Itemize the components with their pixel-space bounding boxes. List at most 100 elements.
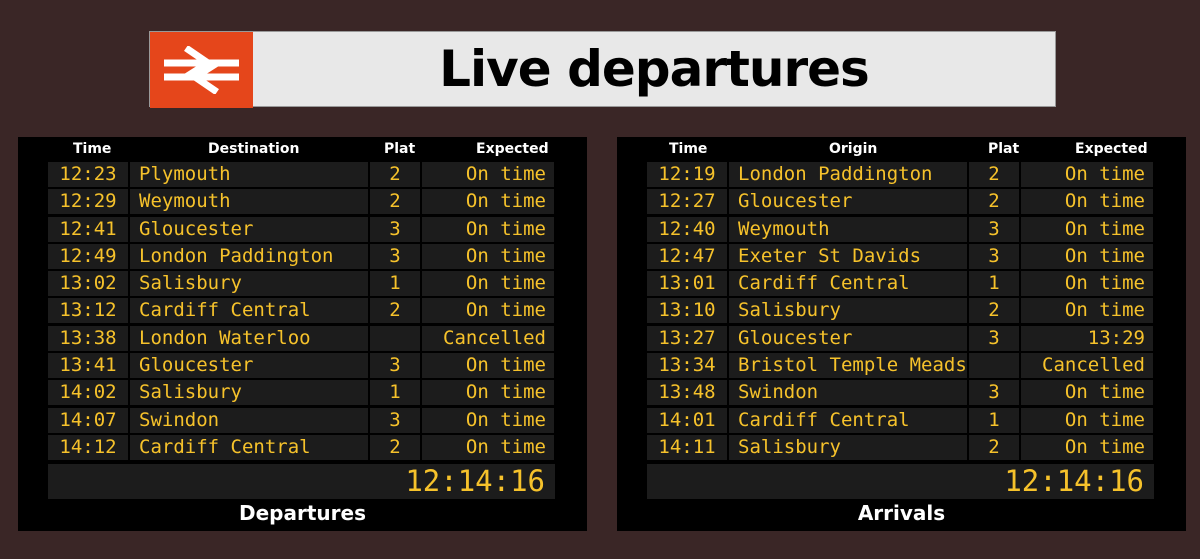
expected-cell: On time [1021,298,1153,324]
place-cell: Swindon [130,407,368,433]
place-cell: Weymouth [729,216,967,242]
departures-board: Time Destination Plat Expected 12:23 Plym… [18,137,587,531]
platform-cell: 2 [969,189,1019,215]
place-cell: Gloucester [729,189,967,215]
place-cell: Salisbury [130,380,368,406]
platform-cell: 3 [370,216,420,242]
col-header-destination: Destination [208,141,300,157]
time-cell: 14:11 [647,434,727,460]
time-cell: 14:01 [647,407,727,433]
expected-cell: On time [422,380,554,406]
platform-cell: 3 [969,325,1019,351]
platform-cell: 2 [370,162,420,187]
platform-cell: 2 [969,434,1019,460]
time-cell: 12:19 [647,162,727,187]
col-header-time: Time [669,141,708,157]
time-cell: 13:34 [647,353,727,379]
platform-cell: 2 [370,298,420,324]
platform-cell [370,325,420,351]
place-cell: Salisbury [729,434,967,460]
expected-cell: 13:29 [1021,325,1153,351]
place-cell: Gloucester [130,216,368,242]
platform-cell: 3 [969,216,1019,242]
time-cell: 14:12 [48,434,128,460]
expected-cell: On time [422,216,554,242]
place-cell: Cardiff Central [729,271,967,297]
expected-cell: On time [422,189,554,215]
expected-cell: On time [422,298,554,324]
time-cell: 13:01 [647,271,727,297]
place-cell: Salisbury [729,298,967,324]
platform-cell: 3 [370,353,420,379]
expected-cell: On time [422,353,554,379]
expected-cell: On time [1021,271,1153,297]
col-header-plat: Plat [384,141,416,157]
board-label: Departures [239,501,366,525]
platform-cell: 3 [370,243,420,269]
place-cell: Cardiff Central [130,298,368,324]
platform-cell: 2 [969,162,1019,187]
time-cell: 13:10 [647,298,727,324]
expected-cell: On time [422,271,554,297]
platform-cell: 3 [969,243,1019,269]
expected-cell: On time [1021,243,1153,269]
british-rail-logo-icon [150,32,253,108]
arrivals-board: Time Origin Plat Expected 12:19 London Pa… [617,137,1186,531]
expected-cell: Cancelled [422,325,554,351]
place-cell: Weymouth [130,189,368,215]
expected-cell: On time [422,162,554,187]
clock-bar: 12:14:16 [48,464,555,499]
time-cell: 13:27 [647,325,727,351]
platform-cell: 2 [370,434,420,460]
place-cell: Swindon [729,380,967,406]
place-cell: London Paddington [130,243,368,269]
place-cell: Exeter St Davids [729,243,967,269]
place-cell: Bristol Temple Meads [729,353,967,379]
time-cell: 13:41 [48,353,128,379]
place-cell: Cardiff Central [729,407,967,433]
expected-cell: On time [1021,216,1153,242]
time-cell: 12:41 [48,216,128,242]
expected-cell: On time [1021,407,1153,433]
expected-cell: Cancelled [1021,353,1153,379]
platform-cell: 1 [969,407,1019,433]
platform-cell: 3 [370,407,420,433]
place-cell: Gloucester [729,325,967,351]
col-header-origin: Origin [829,141,878,157]
time-cell: 12:40 [647,216,727,242]
time-cell: 13:48 [647,380,727,406]
expected-cell: On time [422,243,554,269]
time-cell: 13:12 [48,298,128,324]
platform-cell: 2 [370,189,420,215]
platform-cell: 1 [969,271,1019,297]
platform-cell: 2 [969,298,1019,324]
col-header-expected: Expected [1075,141,1148,157]
col-header-plat: Plat [988,141,1020,157]
time-cell: 12:49 [48,243,128,269]
place-cell: London Waterloo [130,325,368,351]
expected-cell: On time [422,434,554,460]
time-cell: 12:47 [647,243,727,269]
platform-cell [969,353,1019,379]
place-cell: London Paddington [729,162,967,187]
place-cell: Gloucester [130,353,368,379]
clock-bar: 12:14:16 [647,464,1154,499]
time-cell: 12:23 [48,162,128,187]
place-cell: Cardiff Central [130,434,368,460]
time-cell: 14:02 [48,380,128,406]
platform-cell: 1 [370,271,420,297]
clock: 12:14:16 [405,464,545,498]
expected-cell: On time [422,407,554,433]
time-cell: 12:29 [48,189,128,215]
col-header-expected: Expected [476,141,549,157]
header-banner: Live departures [149,31,1056,108]
place-cell: Plymouth [130,162,368,187]
expected-cell: On time [1021,434,1153,460]
time-cell: 13:38 [48,325,128,351]
expected-cell: On time [1021,380,1153,406]
time-cell: 13:02 [48,271,128,297]
time-cell: 12:27 [647,189,727,215]
time-cell: 14:07 [48,407,128,433]
expected-cell: On time [1021,162,1153,187]
place-cell: Salisbury [130,271,368,297]
